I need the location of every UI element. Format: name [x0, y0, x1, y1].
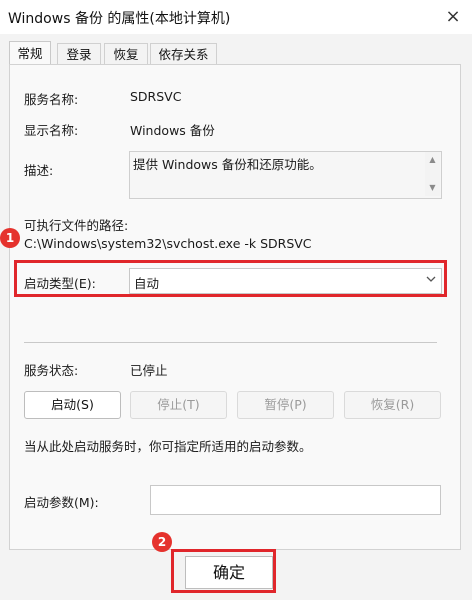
service-name-label: 服务名称: — [24, 92, 79, 107]
start-params-label: 启动参数(M): — [24, 495, 99, 510]
pause-button[interactable]: 暂停(P) — [237, 391, 334, 419]
highlight-box-ok — [171, 549, 276, 593]
start-button[interactable]: 启动(S) — [24, 391, 121, 419]
tab-logon[interactable]: 登录 — [57, 43, 101, 65]
display-name-label: 显示名称: — [24, 123, 79, 138]
annotation-badge-2: 2 — [152, 532, 172, 552]
description-box[interactable]: 提供 Windows 备份和还原功能。 — [129, 151, 442, 199]
exec-path-value: C:\Windows\system32\svchost.exe -k SDRSV… — [24, 236, 312, 251]
start-params-input[interactable] — [150, 485, 441, 515]
service-name-value: SDRSVC — [130, 89, 182, 104]
highlight-box-startup-type — [14, 260, 447, 297]
separator — [24, 342, 437, 343]
description-scrollbar[interactable]: ▲ ▼ — [425, 152, 440, 196]
window-title: Windows 备份 的属性(本地计算机) — [8, 11, 231, 27]
description-text: 提供 Windows 备份和还原功能。 — [133, 157, 322, 172]
exec-path-label: 可执行文件的路径: — [24, 218, 129, 233]
description-label: 描述: — [24, 163, 54, 178]
resume-button[interactable]: 恢复(R) — [344, 391, 441, 419]
stop-button[interactable]: 停止(T) — [130, 391, 227, 419]
tab-dependencies[interactable]: 依存关系 — [150, 43, 217, 65]
start-params-hint: 当从此处启动服务时，你可指定所适用的启动参数。 — [24, 439, 312, 454]
tab-general[interactable]: 常规 — [9, 41, 51, 66]
display-name-value: Windows 备份 — [130, 123, 215, 138]
annotation-badge-1: 1 — [0, 228, 20, 248]
tab-recovery[interactable]: 恢复 — [104, 43, 148, 65]
service-status-label: 服务状态: — [24, 363, 79, 378]
close-icon[interactable]: × — [441, 5, 465, 29]
service-status-value: 已停止 — [130, 363, 168, 378]
scroll-up-icon[interactable]: ▲ — [425, 154, 440, 166]
scroll-down-icon[interactable]: ▼ — [425, 182, 440, 194]
